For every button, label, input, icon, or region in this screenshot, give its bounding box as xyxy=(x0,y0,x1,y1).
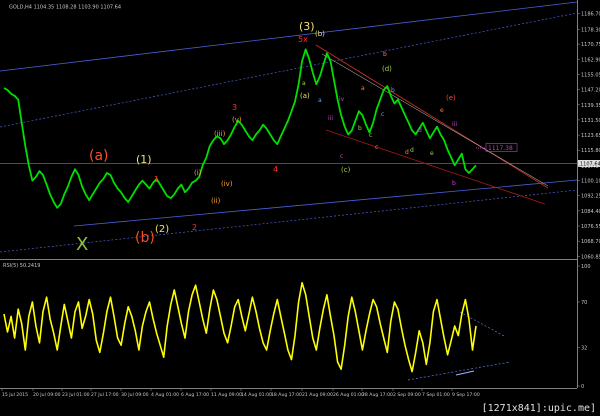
wave-label: 2 xyxy=(192,223,197,232)
time-axis-tick-label: 30 Jul 09:00 xyxy=(121,392,149,398)
wave-label: d xyxy=(418,127,422,134)
level-label: 1117.38 xyxy=(488,145,513,152)
time-axis-tick-label: 7 Sep 01:00 xyxy=(422,392,450,398)
time-axis-tick-label: 14 Aug 01:00 xyxy=(241,392,272,398)
wave-label: (d) xyxy=(382,65,392,73)
wave-label: c xyxy=(340,153,343,160)
price-axis-tick-label: 1178.30 xyxy=(581,28,600,34)
wave-label: (b) xyxy=(135,230,155,246)
price-axis-tick-label: 1131.50 xyxy=(581,118,600,124)
time-axis-tick-label: 6 Aug 17:00 xyxy=(181,392,209,398)
wave-label: c xyxy=(381,111,384,118)
wave-label: a xyxy=(361,85,365,92)
wave-label: b xyxy=(452,180,456,187)
price-axis-tick-label: 1076.55 xyxy=(581,224,600,230)
wave-label: (3) xyxy=(299,20,315,33)
wave-label: 5x xyxy=(298,35,308,44)
price-axis-tick-label: 1170.75 xyxy=(581,42,600,48)
wave-label: d xyxy=(405,149,409,156)
wave-label: (a) xyxy=(89,148,109,164)
time-axis-tick-label: 2 Sep 09:00 xyxy=(393,392,421,398)
wave-label: 3 xyxy=(232,103,237,112)
chart: GOLD,H4 1104.35 1108.28 1103.90 1107.64 … xyxy=(0,0,600,416)
time-axis-tick-label: 21 Aug 09:00 xyxy=(302,392,333,398)
wave-label: (c) xyxy=(341,166,351,174)
wave-label: (ii) xyxy=(211,197,221,205)
wave-label: d xyxy=(410,147,414,154)
rsi-axis-tick-label: 0 xyxy=(581,384,584,390)
wave-label: (i) xyxy=(194,169,202,177)
wave-label: iv xyxy=(339,96,345,103)
time-axis-tick-label: 27 Jul 17:00 xyxy=(91,392,119,398)
wave-label: e xyxy=(430,150,434,157)
wave-label: 1 xyxy=(154,175,159,184)
wave-label: 4 xyxy=(273,165,278,174)
watermark-text: [1271x841]:upic.me] xyxy=(481,403,596,414)
price-axis-tick-label: 1139.35 xyxy=(581,103,600,109)
price-axis-tick-label: 1100.10 xyxy=(581,179,600,185)
rsi-axis-tick-label: 100 xyxy=(581,264,591,270)
time-axis-tick-label: 26 Aug 01:00 xyxy=(333,392,364,398)
price-axis-tick-label: 1107.64 xyxy=(581,164,600,170)
rsi-axis-tick-label: 32 xyxy=(581,346,587,352)
wave-label: b xyxy=(358,125,362,132)
wave-label: c xyxy=(375,144,378,151)
price-axis-tick-label: 1092.25 xyxy=(581,194,600,200)
wave-label: (e) xyxy=(446,94,456,102)
wave-label: b xyxy=(391,87,395,94)
wave-label: c xyxy=(369,132,372,139)
wave-label: e xyxy=(440,107,444,114)
time-axis-tick-label: 15 Jul 2015 xyxy=(2,392,28,398)
time-axis-tick-label: 23 Jul 01:00 xyxy=(62,392,90,398)
wave-label: (a) xyxy=(300,92,310,100)
wave-label: a xyxy=(302,80,306,87)
wave-label: (v) xyxy=(232,116,242,124)
wave-label: iii xyxy=(328,115,333,122)
rsi-panel-title: RSI(5) 50.2419 xyxy=(3,263,40,269)
price-axis-tick-label: 1068.70 xyxy=(581,239,600,245)
time-axis-tick-label: 9 Sep 17:00 xyxy=(452,392,480,398)
price-axis-tick-label: 1084.40 xyxy=(581,209,600,215)
time-axis-tick-label: 20 Jul 09:00 xyxy=(33,392,61,398)
wave-label: b xyxy=(383,51,387,58)
time-axis-tick-label: 28 Aug 17:00 xyxy=(362,392,393,398)
price-axis-tick-label: 1155.05 xyxy=(581,72,600,78)
wave-label: (b) xyxy=(315,30,325,38)
wave-label: X xyxy=(76,234,88,255)
price-panel-title: GOLD,H4 1104.35 1108.28 1103.90 1107.64 xyxy=(9,5,121,11)
price-axis-tick-label: 1147.20 xyxy=(581,88,600,94)
wave-label: (2) xyxy=(155,224,169,235)
price-axis-tick-label: 1060.85 xyxy=(581,254,600,260)
rsi-axis-tick-label: 70 xyxy=(581,300,587,306)
wave-label: (iii) xyxy=(214,130,226,138)
wave-label: iii xyxy=(452,121,457,128)
time-axis-tick-label: 18 Aug 17:00 xyxy=(271,392,302,398)
time-axis-tick-label: 11 Aug 09:00 xyxy=(211,392,242,398)
price-axis-tick-label: 1123.65 xyxy=(581,133,600,139)
wave-label: (1) xyxy=(136,153,152,166)
wave-label: (iv) xyxy=(221,180,233,188)
price-axis-tick-label: 1186.70 xyxy=(581,11,600,17)
wave-label: a xyxy=(318,97,322,104)
time-axis-tick-label: 4 Aug 01:00 xyxy=(151,392,179,398)
price-axis-tick-label: 1162.90 xyxy=(581,57,600,63)
price-axis-tick-label: 1115.80 xyxy=(581,148,600,154)
